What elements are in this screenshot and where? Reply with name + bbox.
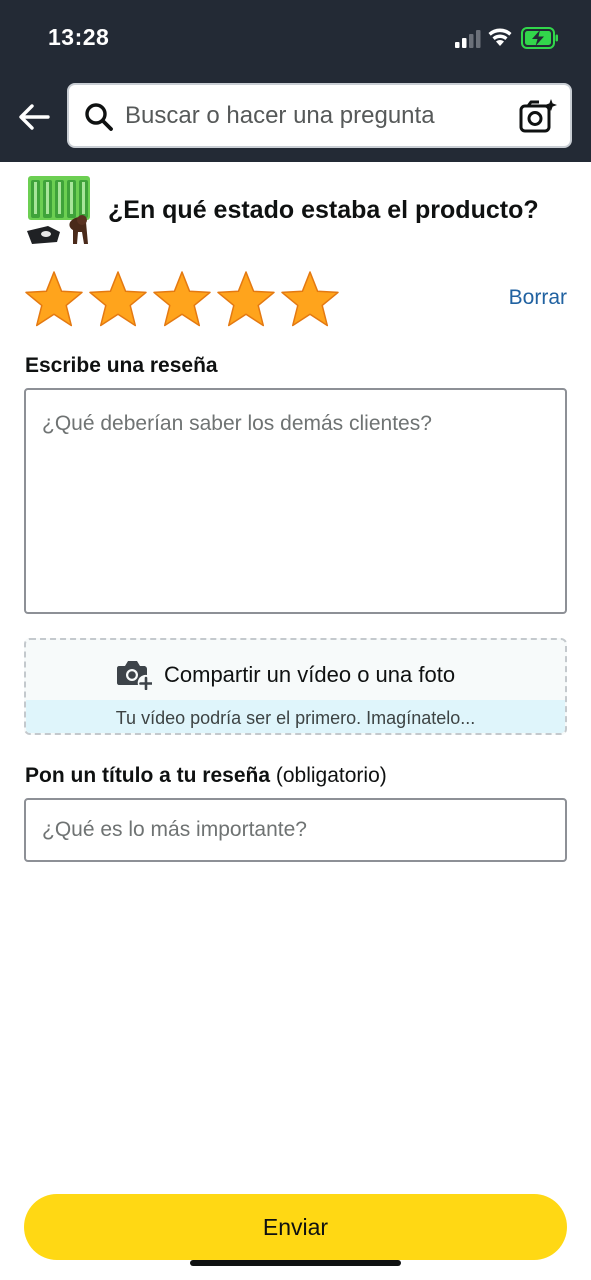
review-title-required: (obligatorio): [275, 764, 387, 787]
cellular-signal-icon: [455, 30, 481, 48]
star-5-icon[interactable]: [280, 270, 340, 328]
battery-charging-icon: [521, 27, 558, 49]
rating-question: ¿En qué estado estaba el producto?: [108, 196, 539, 224]
share-media-button[interactable]: Compartir un vídeo o una foto Tu vídeo p…: [24, 638, 567, 735]
clear-rating-link[interactable]: Borrar: [509, 286, 567, 310]
review-title-label: Pon un título a tu reseña (obligatorio): [25, 764, 387, 788]
submit-button[interactable]: Enviar: [24, 1194, 567, 1260]
write-review-screen: 13:28 Buscar o hacer una pregunta ¿En qu…: [0, 0, 591, 1280]
arrow-left-icon: [19, 104, 50, 130]
status-time: 13:28: [48, 24, 110, 50]
search-bar[interactable]: [67, 83, 572, 148]
top-bar: 13:28: [0, 0, 591, 162]
search-icon: [85, 103, 113, 131]
home-indicator: [190, 1260, 401, 1266]
star-3-icon[interactable]: [152, 270, 212, 328]
product-image: [27, 176, 90, 244]
add-photo-camera-icon: [117, 661, 152, 690]
back-button[interactable]: [14, 96, 54, 138]
star-4-icon[interactable]: [216, 270, 276, 328]
wifi-icon: [488, 28, 512, 46]
share-media-label: Compartir un vídeo o una foto: [164, 662, 456, 687]
review-textarea[interactable]: [24, 388, 567, 614]
star-2-icon[interactable]: [88, 270, 148, 328]
review-label: Escribe una reseña: [25, 354, 218, 377]
share-media-hint: Tu vídeo podría ser el primero. Imagínat…: [26, 700, 565, 733]
review-title-label-bold: Pon un título a tu reseña: [25, 764, 271, 787]
camera-search-icon[interactable]: [518, 97, 558, 135]
star-1-icon[interactable]: [24, 270, 84, 328]
search-input[interactable]: [125, 95, 505, 137]
review-title-input[interactable]: [24, 798, 567, 862]
share-media-row: Compartir un vídeo o una foto: [26, 640, 565, 700]
